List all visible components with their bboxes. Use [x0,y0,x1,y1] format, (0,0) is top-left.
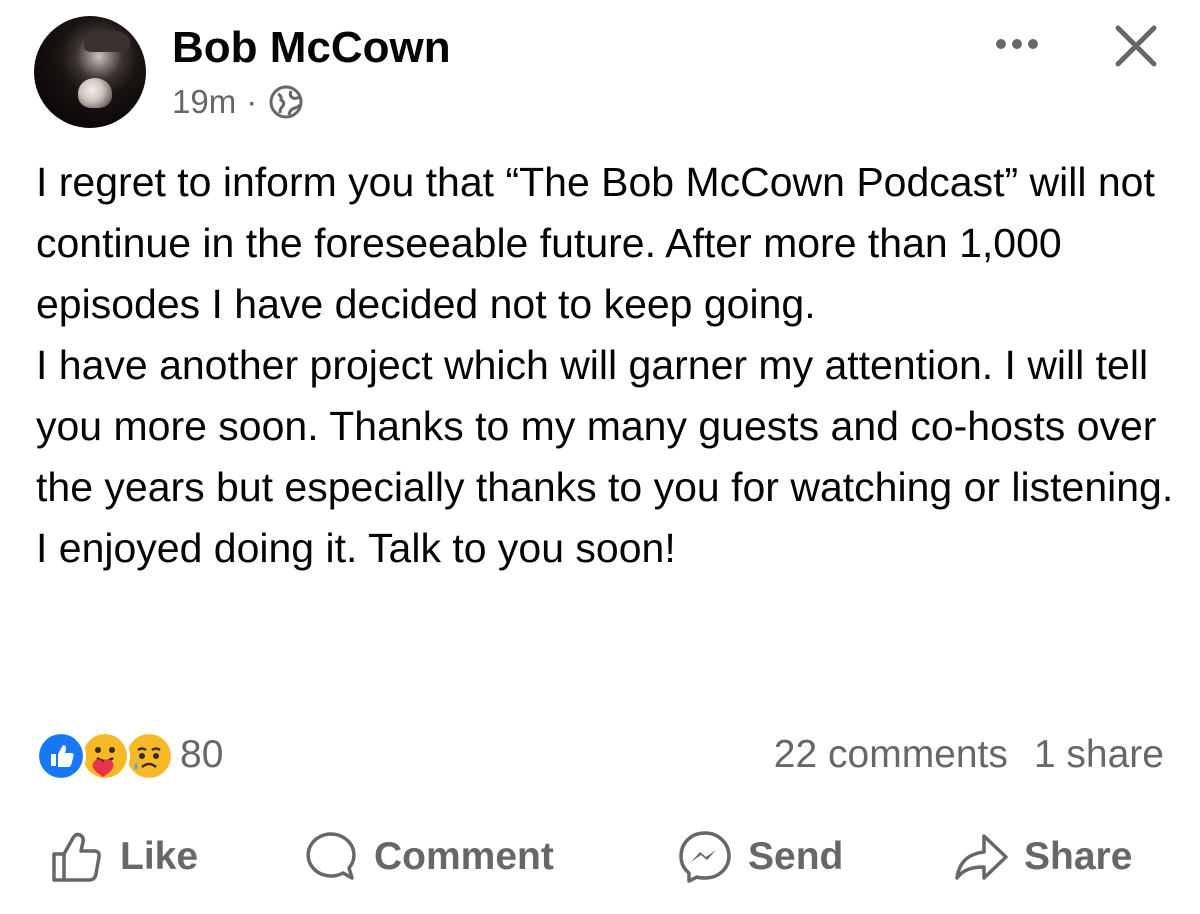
like-icon [52,832,101,882]
reaction-icons [36,731,176,781]
more-options-icon[interactable] [984,22,1050,66]
comments-count-link[interactable]: 22 comments [774,733,1008,777]
care-reaction-icon [80,731,130,781]
post-meta: 19m · [172,80,303,124]
shares-count-link[interactable]: 1 share [1034,733,1164,777]
more-dot [1028,39,1038,49]
more-dot [1012,39,1022,49]
post-paragraph: I have another project which will garner… [36,342,1174,571]
avatar-hat-shape [84,30,130,52]
reactions-summary[interactable]: 80 [36,730,224,781]
post-stats: 22 comments 1 share [774,730,1164,780]
reaction-count: 80 [180,733,224,776]
share-label: Share [1024,835,1133,878]
send-button[interactable]: Send [676,822,843,892]
like-reaction-icon [36,731,86,781]
author-avatar[interactable] [34,16,146,128]
post-paragraph: I regret to inform you that “The Bob McC… [36,159,1155,327]
share-icon [955,834,1008,880]
like-button[interactable]: Like [48,822,198,892]
sad-reaction-icon [124,731,174,781]
like-label: Like [120,835,199,878]
author-name[interactable]: Bob McCown [172,22,451,74]
messenger-icon [679,831,731,883]
more-dot [996,39,1006,49]
send-label: Send [748,835,844,878]
comment-icon [306,832,356,880]
share-button[interactable]: Share [952,822,1132,892]
post-body: I regret to inform you that “The Bob McC… [36,152,1186,579]
post-action-bar: Like Comment Send Share [0,822,1200,892]
comment-button[interactable]: Comment [302,822,554,892]
close-icon[interactable] [1108,18,1164,74]
comment-label: Comment [374,835,554,878]
meta-separator: · [246,83,258,120]
globe-icon[interactable] [269,85,303,119]
post-time[interactable]: 19m [172,83,236,121]
avatar-hand-shape [78,78,112,108]
